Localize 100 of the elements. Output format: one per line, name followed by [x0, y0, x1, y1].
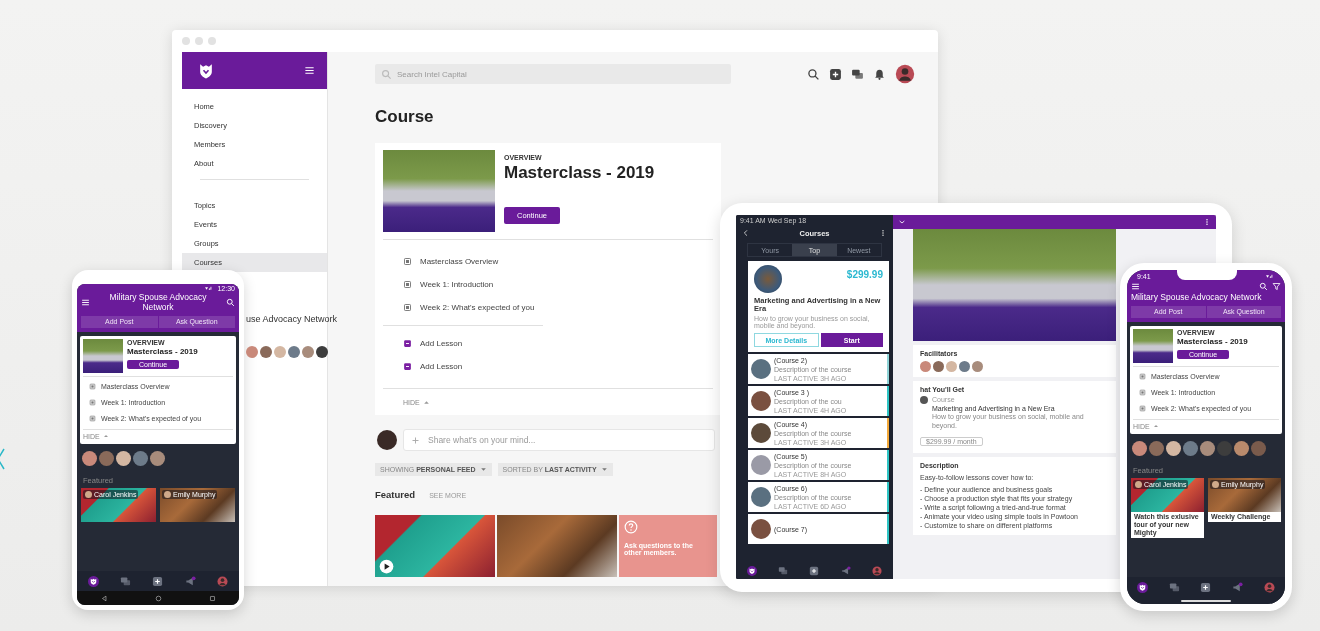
- square-icon: [1139, 373, 1146, 381]
- avatar: [946, 361, 957, 372]
- question-icon: [624, 520, 638, 534]
- author-avatar: [1212, 480, 1219, 488]
- home-indicator[interactable]: [1181, 599, 1231, 602]
- avatar: [99, 450, 114, 466]
- megaphone-icon[interactable]: [184, 575, 196, 587]
- photo-placeholder: [751, 519, 771, 540]
- avatar: [116, 450, 131, 466]
- logo-icon[interactable]: [746, 565, 757, 576]
- avatar: [959, 361, 970, 372]
- avatar: [1149, 440, 1164, 456]
- chevron-down-icon[interactable]: [898, 218, 906, 226]
- add-lesson-item[interactable]: Add Lesson: [403, 332, 463, 355]
- add-icon[interactable]: [1200, 581, 1212, 593]
- notch: [1176, 270, 1237, 280]
- back-icon[interactable]: [742, 229, 750, 237]
- caret-down-icon: [600, 466, 608, 473]
- avatar: [1234, 440, 1249, 456]
- course-avatar: [920, 396, 928, 404]
- square-icon: [403, 303, 412, 312]
- video-thumbnail[interactable]: [375, 515, 495, 577]
- filter-icon[interactable]: [1272, 282, 1281, 291]
- avatar: [933, 361, 944, 372]
- plus-icon: [411, 435, 420, 445]
- more-icon[interactable]: [1203, 218, 1211, 226]
- add-icon[interactable]: [829, 67, 842, 81]
- avatar: [288, 346, 300, 358]
- course-title: Masterclass - 2019: [504, 163, 655, 183]
- search-icon[interactable]: [1259, 282, 1268, 291]
- chat-icon[interactable]: [851, 67, 864, 81]
- avatar: [302, 346, 314, 358]
- back-icon[interactable]: [100, 594, 108, 602]
- avatar: [1217, 440, 1232, 456]
- caret-down-icon: [479, 466, 487, 473]
- avatar: [1251, 440, 1266, 456]
- section-title: Featured: [375, 489, 416, 500]
- user-avatar: [377, 430, 397, 450]
- price: $299.99: [846, 269, 883, 280]
- user-avatar-icon[interactable]: [895, 64, 915, 84]
- photo-placeholder: [751, 487, 771, 508]
- avatar: [1183, 440, 1198, 456]
- square-icon: [403, 257, 412, 266]
- logo-icon[interactable]: [87, 575, 99, 587]
- logo-icon[interactable]: [1137, 581, 1149, 593]
- caret-up-icon: [1152, 423, 1159, 430]
- square-icon: [403, 280, 412, 289]
- search-icon[interactable]: [807, 67, 820, 81]
- square-icon: [89, 415, 96, 423]
- lesson-item[interactable]: Masterclass Overview: [403, 250, 499, 273]
- course-title: Masterclass - 2019: [127, 346, 198, 356]
- caret-up-icon: [422, 399, 430, 406]
- app-title: Military Spouse Advocacy Network: [108, 293, 208, 313]
- avatar: [316, 346, 328, 358]
- avatar: [972, 361, 983, 372]
- square-icon: [89, 383, 96, 391]
- search-field[interactable]: Search Intel Capital: [375, 64, 731, 84]
- search-icon[interactable]: [226, 298, 235, 308]
- megaphone-icon[interactable]: [1232, 581, 1244, 593]
- page-heading: Course: [375, 107, 435, 127]
- menu-icon[interactable]: [81, 298, 90, 308]
- app-title: Military Spouse Advocacy Network: [1131, 293, 1263, 303]
- bell-icon[interactable]: [873, 67, 886, 81]
- avatar: [1166, 440, 1181, 456]
- avatar: [150, 450, 165, 466]
- avatar: [920, 361, 931, 372]
- square-icon: [89, 399, 96, 407]
- square-icon: [1139, 405, 1146, 413]
- photo-placeholder: [751, 423, 771, 444]
- home-icon[interactable]: [154, 594, 162, 602]
- play-icon[interactable]: [379, 559, 394, 574]
- author-avatar: [85, 490, 92, 498]
- author-avatar: [164, 490, 171, 498]
- avatar: [1200, 440, 1215, 456]
- caret-up-icon: [102, 433, 109, 440]
- photo-placeholder: [751, 455, 771, 476]
- search-icon: [381, 68, 392, 80]
- avatar: [82, 450, 97, 466]
- add-icon: [403, 339, 412, 348]
- lesson-item[interactable]: Week 1: Introduction: [403, 273, 494, 296]
- avatar: [1132, 440, 1147, 456]
- photo-placeholder: [83, 338, 123, 373]
- photo-placeholder: [754, 265, 782, 293]
- photo-placeholder[interactable]: [497, 515, 617, 577]
- menu-icon[interactable]: [304, 65, 315, 76]
- add-lesson-item[interactable]: Add Lesson: [403, 355, 463, 378]
- square-icon: [1139, 389, 1146, 397]
- post-input[interactable]: Share what's on your mind...: [403, 429, 715, 451]
- menu-icon[interactable]: [1131, 282, 1140, 291]
- avatar: [246, 346, 258, 358]
- photo-placeholder: [751, 391, 771, 412]
- community-name: use Advocacy Network: [246, 314, 338, 324]
- add-icon[interactable]: [809, 565, 820, 576]
- author-avatar: [1135, 480, 1142, 488]
- lesson-item[interactable]: Week 2: What's expected of you: [403, 296, 535, 319]
- avatar: [274, 346, 286, 358]
- recents-icon[interactable]: [208, 594, 216, 602]
- more-icon[interactable]: [879, 229, 887, 237]
- megaphone-icon[interactable]: [840, 565, 851, 576]
- add-icon[interactable]: [152, 575, 164, 587]
